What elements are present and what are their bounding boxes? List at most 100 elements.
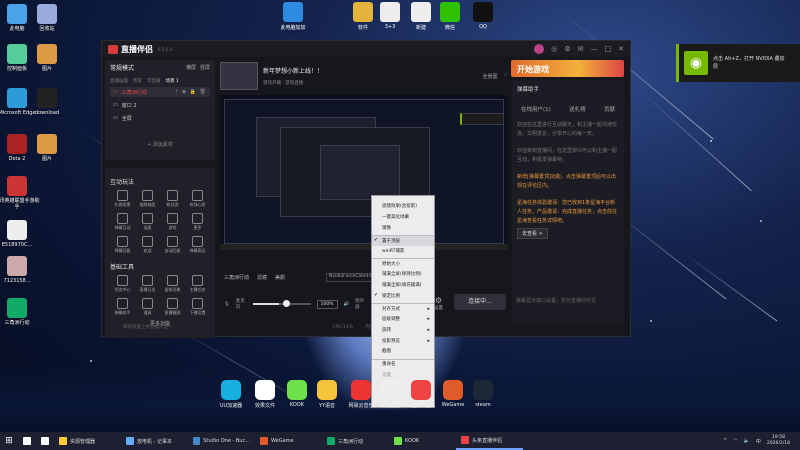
promo-banner[interactable]: 开始游戏: [511, 60, 624, 77]
speaker-icon[interactable]: 🔊: [344, 302, 350, 307]
close-icon[interactable]: ✕: [618, 45, 624, 53]
context-menu-item[interactable]: 重命名: [372, 358, 434, 370]
avatar[interactable]: [534, 44, 545, 54]
basic-tool[interactable]: 直播截图: [160, 298, 185, 316]
trial-label[interactable]: 全景图: [483, 73, 498, 80]
dock-item[interactable]: UU加速器: [212, 380, 250, 409]
taskbar-item[interactable]: [36, 432, 54, 450]
source-item[interactable]: ▭ 全屏: [110, 113, 210, 123]
interactive-tool[interactable]: 欢迎: [135, 236, 160, 254]
basic-tool[interactable]: 主播任务: [185, 275, 210, 293]
help-link[interactable]: 如何快速上手直播伴侣?: [123, 324, 170, 330]
interactive-tool[interactable]: 有钱心愿: [185, 190, 210, 208]
maximize-icon[interactable]: □: [605, 45, 612, 53]
context-menu-item[interactable]: 设置: [372, 369, 434, 380]
context-menu-item[interactable]: 锁定比例: [372, 291, 434, 302]
context-menu-item[interactable]: 旋转: [372, 325, 434, 336]
scene-tab[interactable]: 场景 1: [166, 78, 179, 84]
scene-tab[interactable]: 我常: [133, 78, 142, 84]
context-menu-item[interactable]: 铺满全屏(填充铺满): [372, 280, 434, 291]
interactive-tool[interactable]: 礼物投票: [110, 190, 135, 208]
desktop-icon[interactable]: 3+3: [373, 2, 407, 30]
taskbar-item[interactable]: 资源管理器: [54, 432, 121, 450]
interactive-tool[interactable]: 自动回复: [160, 236, 185, 254]
settings-icon[interactable]: ⚙: [564, 45, 570, 53]
interactive-tool[interactable]: 粉丝团: [160, 190, 185, 208]
goto-button[interactable]: 去查看 >: [517, 228, 548, 239]
basic-tool[interactable]: 弹幕助手: [110, 298, 135, 316]
interactive-tool[interactable]: 游戏: [160, 213, 185, 231]
beauty-button[interactable]: 美颜: [275, 274, 285, 281]
basic-tool[interactable]: 道具: [135, 298, 160, 316]
desktop-icon[interactable]: 图片: [24, 44, 70, 72]
clock[interactable]: 19:58 2026/2/18: [767, 435, 790, 447]
desktop-icon[interactable]: 图片: [24, 134, 70, 162]
add-source-button[interactable]: + 添加素材: [110, 141, 210, 148]
wifi-icon[interactable]: ◠: [733, 438, 737, 444]
message-icon[interactable]: ✉: [578, 45, 584, 53]
dock-item[interactable]: steam: [464, 380, 502, 408]
stream-category[interactable]: 游戏开播 · 游戏直播: [263, 80, 323, 86]
context-menu-item[interactable]: 铺满全屏(保持比例): [372, 269, 434, 280]
windows-start-icon[interactable]: ⊞: [0, 436, 18, 446]
taskbar-item[interactable]: Studio One - Buc...: [188, 432, 255, 450]
interactive-tool[interactable]: 弹幕表达: [185, 236, 210, 254]
scene-mode-select[interactable]: 常规模式: [110, 63, 134, 72]
desktop-icon[interactable]: 7123158...: [0, 256, 40, 284]
interactive-tool[interactable]: 福袋抽奖: [135, 190, 160, 208]
danmaku-tab[interactable]: 贡献: [604, 105, 615, 113]
taskbar-item[interactable]: 放电机 - 记事本: [121, 432, 188, 450]
interactive-tool[interactable]: 更多: [185, 213, 210, 231]
ime-indicator[interactable]: 中: [756, 438, 761, 445]
scene-tab[interactable]: 直播画面: [110, 78, 128, 84]
scene-tab[interactable]: 可直播: [147, 78, 161, 84]
desktop-icon[interactable]: 此电脑加加: [276, 2, 310, 31]
desktop-icon[interactable]: 三角洲行动: [0, 298, 40, 326]
desktop-icon[interactable]: QQ: [466, 2, 500, 30]
danmaku-input[interactable]: 弹幕显示窗口设置，仅对直播间可见: [516, 297, 596, 304]
volume-value[interactable]: 100%: [316, 299, 338, 309]
context-menu-item[interactable]: 滤镜效果(含投影): [372, 201, 434, 212]
context-menu-item[interactable]: 镜像: [372, 222, 434, 233]
context-menu-item[interactable]: 投影预览: [372, 335, 434, 346]
nvidia-notification[interactable]: ◉ 点击 Alt+Z，打开 NVIDIA 叠加 层: [676, 44, 800, 82]
mic-icon[interactable]: 🎙: [224, 302, 230, 307]
danmaku-tab[interactable]: 在线用户(1): [521, 105, 551, 113]
context-menu-item[interactable]: 原始大小: [372, 258, 434, 269]
settings-button[interactable]: ⚙ 设置: [434, 296, 443, 311]
desktop-icon[interactable]: 腾讯英雄联盟手游助手: [0, 176, 40, 210]
context-menu-item[interactable]: 截图: [372, 346, 434, 357]
dock-item[interactable]: YY语音: [308, 380, 346, 409]
basic-tool[interactable]: 任务中心: [110, 275, 135, 293]
taskbar-item[interactable]: 三角洲行动: [322, 432, 389, 450]
minimize-icon[interactable]: —: [591, 45, 598, 53]
taskbar-item[interactable]: WeGame: [255, 432, 322, 450]
basic-tool[interactable]: 虚拟形象: [160, 275, 185, 293]
taskbar-item[interactable]: [18, 432, 36, 450]
stream-title[interactable]: 新年梦想小新上线！！: [263, 66, 323, 75]
source-name[interactable]: 三角洲行动: [224, 274, 249, 281]
headset-icon[interactable]: ◎: [551, 45, 557, 53]
volume-icon[interactable]: 🔈: [744, 438, 750, 444]
connect-button[interactable]: 连接中...: [454, 294, 506, 310]
portrait-toggle[interactable]: 竖屏: [200, 64, 210, 71]
basic-tool[interactable]: 下播设置: [185, 298, 210, 316]
danmaku-tab[interactable]: 送礼榜: [569, 105, 586, 113]
landscape-toggle[interactable]: 横屏: [186, 64, 196, 71]
desktop-icon[interactable]: download: [24, 88, 70, 116]
desktop-icon[interactable]: 微信: [433, 2, 467, 31]
filter-button[interactable]: 滤镜: [257, 274, 267, 281]
context-menu-item[interactable]: 对齐方式: [372, 303, 434, 314]
stream-preview[interactable]: [220, 95, 508, 250]
taskbar-item[interactable]: KOOK: [389, 432, 456, 450]
interactive-tool[interactable]: 连麦: [135, 213, 160, 231]
context-menu-item[interactable]: winRT捕获: [372, 246, 434, 257]
desktop-icon[interactable]: E518970C...: [0, 220, 40, 248]
chevron-up-icon[interactable]: ^: [723, 438, 727, 444]
basic-tool[interactable]: 直播日志: [135, 275, 160, 293]
mic-volume-slider[interactable]: [252, 300, 311, 307]
stream-thumbnail[interactable]: [220, 62, 258, 90]
interactive-tool[interactable]: 弹幕回复: [110, 236, 135, 254]
context-menu-item[interactable]: 层级调整: [372, 314, 434, 325]
interactive-tool[interactable]: 弹幕互动: [110, 213, 135, 231]
